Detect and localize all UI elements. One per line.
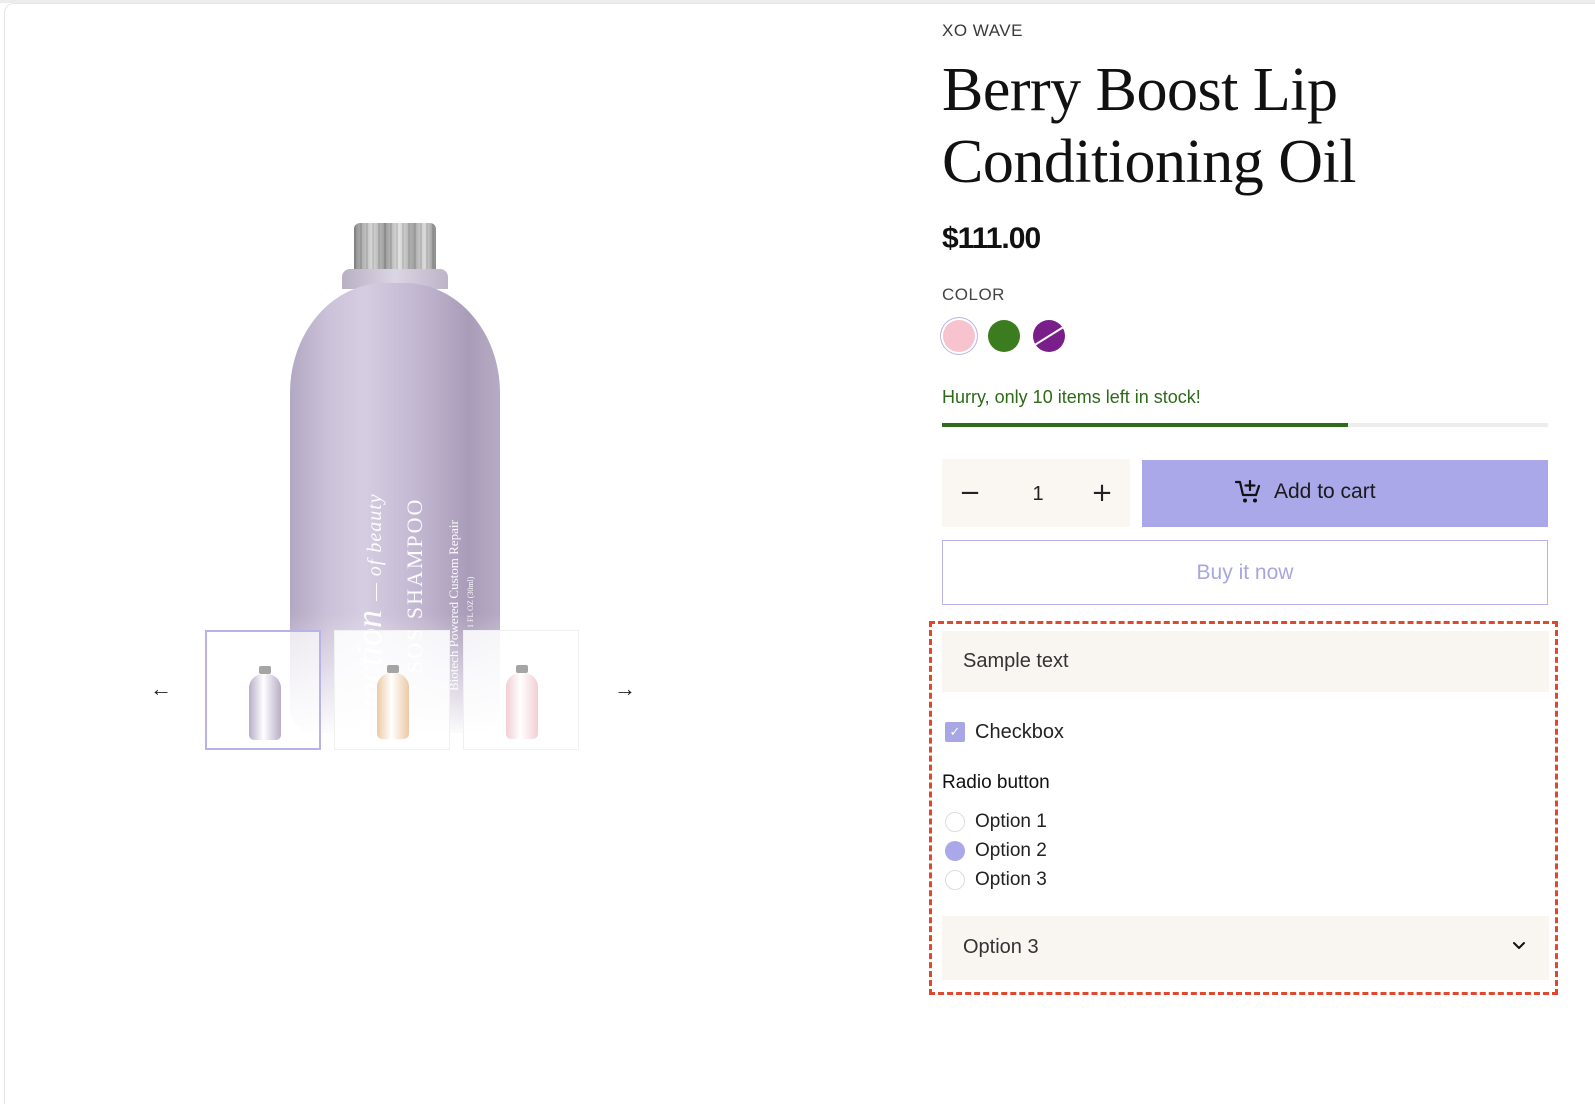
product-title: Berry Boost Lip Conditioning Oil — [942, 56, 1356, 196]
radio-label: Option 1 — [975, 811, 1047, 832]
quantity-decrease-button[interactable]: − — [950, 473, 990, 513]
thumbnail-bottle-image — [506, 665, 538, 739]
sample-text-input[interactable] — [942, 631, 1549, 692]
swatch-green[interactable] — [988, 320, 1020, 352]
arrow-right-icon[interactable]: → — [612, 676, 638, 702]
thumbnail-2[interactable] — [334, 630, 450, 750]
radio-label: Option 2 — [975, 840, 1047, 861]
arrow-left-icon[interactable]: ← — [148, 676, 174, 702]
thumbnail-bottle-image — [249, 666, 281, 740]
thumbnail-strip: ← → — [148, 628, 648, 752]
radio-circle-icon[interactable] — [945, 812, 965, 832]
custom-fields-highlight: ✓ Checkbox Radio button Option 1 Option … — [929, 621, 1558, 995]
radio-group-title: Radio button — [942, 772, 1050, 793]
chevron-down-icon — [1513, 942, 1525, 949]
add-to-cart-label: Add to cart — [1274, 480, 1376, 503]
swatch-purple[interactable] — [1033, 320, 1065, 352]
radio-option-3[interactable]: Option 3 — [942, 868, 1242, 894]
radio-circle-icon[interactable] — [945, 870, 965, 890]
radio-option-2[interactable]: Option 2 — [942, 839, 1242, 865]
quantity-increase-button[interactable]: + — [1082, 473, 1122, 513]
buy-it-now-button[interactable]: Buy it now — [942, 540, 1548, 605]
thumbnail-3[interactable] — [463, 630, 579, 750]
option-select[interactable]: Option 3 — [942, 916, 1549, 980]
radio-option-1[interactable]: Option 1 — [942, 810, 1242, 836]
select-value: Option 3 — [963, 936, 1039, 958]
stock-message: Hurry, only 10 items left in stock! — [942, 387, 1201, 407]
thumbnail-1[interactable] — [205, 630, 321, 750]
stock-progress-fill — [942, 423, 1349, 427]
stock-progress-bar — [942, 423, 1548, 427]
color-label: COLOR — [942, 285, 1005, 304]
thumbnail-bottle-image — [377, 665, 409, 739]
radio-label: Option 3 — [975, 869, 1047, 890]
vendor-name: XO WAVE — [942, 21, 1023, 40]
swatch-pink[interactable] — [943, 320, 975, 352]
quantity-stepper: − + — [942, 459, 1130, 527]
checkbox-checked-icon[interactable]: ✓ — [945, 722, 965, 742]
product-price: $111.00 — [942, 222, 1041, 255]
add-to-cart-button[interactable]: Add to cart — [1142, 460, 1548, 527]
cart-add-icon — [1234, 479, 1261, 503]
quantity-input[interactable] — [1006, 478, 1070, 510]
radio-circle-icon[interactable] — [945, 841, 965, 861]
bottle-cap — [354, 223, 436, 275]
unavailable-slash — [1033, 324, 1065, 347]
checkbox-label: Checkbox — [975, 721, 1064, 743]
color-swatches — [942, 319, 1082, 355]
